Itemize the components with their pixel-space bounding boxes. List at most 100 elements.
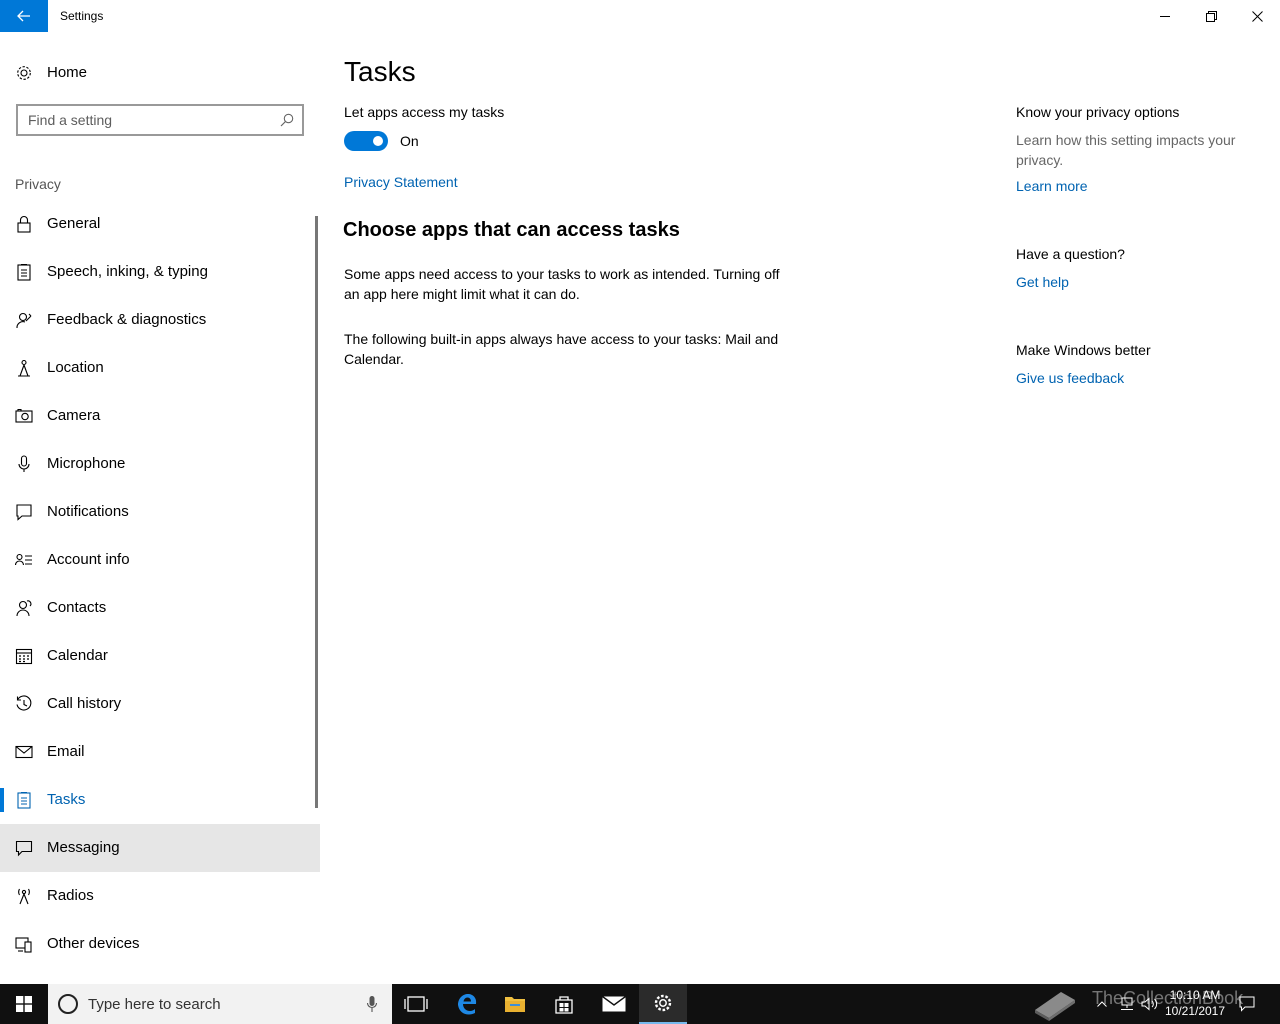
clock-date: 10/21/2017 (1164, 1004, 1226, 1018)
sidebar-item-location[interactable]: Location (0, 344, 320, 392)
privacy-options-heading: Know your privacy options (1016, 104, 1180, 120)
page-title: Tasks (344, 56, 416, 87)
builtin-apps-text: The following built-in apps always have … (344, 331, 779, 367)
action-center-button[interactable] (1236, 984, 1258, 1024)
gear-icon (17, 66, 31, 80)
clock-time: 10:10 AM (1169, 988, 1221, 1002)
sidebar-item-label: Other devices (47, 935, 140, 952)
lock-icon (17, 215, 31, 233)
contacts-icon (16, 600, 32, 617)
message-icon (15, 840, 33, 857)
sidebar-item-label: Camera (47, 407, 101, 424)
give-feedback-link[interactable]: Give us feedback (1016, 370, 1124, 386)
clipboard-icon (17, 263, 31, 281)
email-icon (15, 745, 33, 759)
store-button[interactable] (540, 984, 588, 1024)
sidebar-scrollbar[interactable] (315, 216, 318, 808)
back-button[interactable] (0, 0, 48, 32)
camera-icon (15, 408, 33, 423)
start-button[interactable] (0, 984, 48, 1024)
sidebar-item-account-info[interactable]: Account info (0, 536, 320, 584)
window-title: Settings (60, 9, 104, 23)
mail-button[interactable] (590, 984, 638, 1024)
task-view-button[interactable] (392, 984, 440, 1024)
chevron-up-icon (1097, 1001, 1107, 1007)
minimize-button[interactable] (1142, 0, 1188, 32)
sidebar-item-feedback[interactable]: Feedback & diagnostics (0, 296, 320, 344)
toggle-knob (373, 136, 383, 146)
radio-tower-icon (18, 888, 30, 905)
show-hidden-icons-button[interactable] (1094, 984, 1110, 1024)
book-icon (1035, 992, 1075, 1021)
account-info-icon (15, 553, 32, 566)
question-heading: Have a question? (1016, 246, 1125, 262)
sidebar-item-label: Notifications (47, 503, 129, 520)
sidebar-item-email[interactable]: Email (0, 728, 320, 776)
sidebar-item-label: Messaging (47, 839, 120, 856)
sidebar-item-speech[interactable]: Speech, inking, & typing (0, 248, 320, 296)
privacy-options-text: Learn how this setting impacts your priv… (1016, 132, 1236, 168)
home-nav[interactable]: Home (0, 56, 320, 90)
setting-search-input[interactable] (28, 111, 268, 129)
selection-indicator (0, 788, 4, 812)
minimize-icon (1160, 16, 1170, 17)
volume-button[interactable] (1140, 984, 1160, 1024)
settings-taskbar-button[interactable] (639, 984, 687, 1024)
network-button[interactable] (1118, 984, 1136, 1024)
sidebar-item-messaging[interactable]: Messaging (0, 824, 320, 872)
sidebar-item-label: Account info (47, 551, 130, 568)
restore-icon (1205, 10, 1217, 22)
person-feedback-icon (16, 312, 32, 329)
sidebar-item-label: Calendar (47, 647, 108, 664)
back-arrow-icon (17, 10, 30, 22)
microphone-icon (18, 455, 30, 472)
sidebar-item-call-history[interactable]: Call history (0, 680, 320, 728)
sidebar-item-calendar[interactable]: Calendar (0, 632, 320, 680)
book-logo (1030, 984, 1080, 1024)
restore-button[interactable] (1188, 0, 1234, 32)
sidebar-item-general[interactable]: General (0, 200, 320, 248)
section-heading: Choose apps that can access tasks (343, 219, 680, 241)
sidebar-item-notifications[interactable]: Notifications (0, 488, 320, 536)
notification-icon (16, 504, 32, 521)
setting-search-box[interactable] (16, 104, 304, 136)
location-person-icon (18, 359, 30, 377)
close-button[interactable] (1234, 0, 1280, 32)
sidebar-item-tasks[interactable]: Tasks (0, 776, 320, 824)
file-explorer-button[interactable] (491, 984, 539, 1024)
section-label: Privacy (15, 176, 61, 192)
windows-logo-icon (16, 996, 32, 1012)
cortana-icon (58, 994, 78, 1014)
sidebar: Home Privacy General Speech, inking, & t… (0, 32, 320, 984)
sidebar-item-other-devices[interactable]: Other devices (0, 920, 320, 968)
folder-icon (505, 997, 525, 1012)
sidebar-item-radios[interactable]: Radios (0, 872, 320, 920)
sidebar-item-label: Tasks (47, 791, 86, 808)
toggle-state: On (400, 133, 419, 149)
sidebar-item-label: Email (47, 743, 85, 760)
network-icon (1121, 997, 1133, 1010)
microphone-icon[interactable] (366, 995, 378, 1013)
edge-browser-button[interactable] (443, 984, 491, 1024)
get-help-link[interactable]: Get help (1016, 274, 1069, 290)
system-clock[interactable]: 10:10 AM 10/21/2017 (1160, 987, 1230, 1019)
sidebar-item-label: Contacts (47, 599, 107, 616)
search-icon[interactable] (280, 113, 294, 127)
volume-icon (1141, 997, 1158, 1011)
taskbar-search-input[interactable] (88, 995, 358, 1013)
close-icon (1251, 10, 1263, 22)
sidebar-item-camera[interactable]: Camera (0, 392, 320, 440)
tasks-access-toggle[interactable] (344, 131, 388, 151)
sidebar-item-contacts[interactable]: Contacts (0, 584, 320, 632)
learn-more-link[interactable]: Learn more (1016, 178, 1088, 194)
sidebar-item-label: Speech, inking, & typing (47, 263, 208, 280)
sidebar-item-label: Location (47, 359, 104, 376)
sidebar-item-label: Radios (47, 887, 94, 904)
sidebar-item-microphone[interactable]: Microphone (0, 440, 320, 488)
taskbar-search-box[interactable] (48, 984, 392, 1024)
privacy-statement-link[interactable]: Privacy Statement (344, 174, 458, 190)
history-icon (16, 695, 32, 711)
calendar-icon (15, 648, 33, 665)
title-bar: Settings (0, 0, 1280, 32)
sidebar-item-label: General (47, 215, 101, 232)
